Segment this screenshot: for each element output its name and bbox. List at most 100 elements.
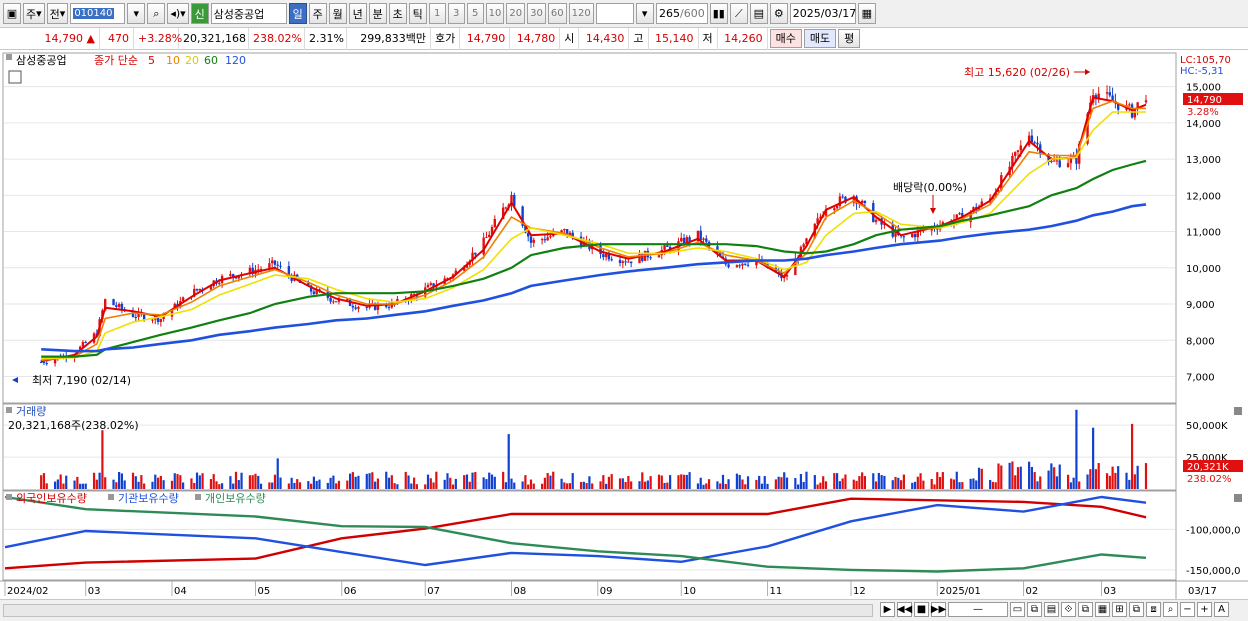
candle-body: [911, 233, 914, 237]
duplicate-icon[interactable]: ⧉: [1078, 602, 1093, 617]
interval-3[interactable]: 3: [447, 3, 465, 24]
chart-area[interactable]: 7,000 8,000 9,000 10,000 11,000 12,000 13,000 1…: [0, 50, 1248, 599]
holding-panel-close-icon[interactable]: [1234, 494, 1242, 502]
data-count-field[interactable]: 265/600: [655, 3, 708, 24]
ma5-legend[interactable]: 5: [148, 54, 155, 67]
interval-120[interactable]: 120: [568, 3, 594, 24]
panel-menu-icon[interactable]: [6, 54, 12, 60]
date-input[interactable]: 2025/03/17: [789, 3, 856, 24]
volume-bar: [1144, 463, 1148, 489]
horizontal-scrollbar[interactable]: [3, 604, 873, 617]
tool-icon[interactable]: ⊞: [1112, 602, 1127, 617]
foreign-holding-legend[interactable]: 외국인보유수량: [16, 492, 87, 505]
interval-10[interactable]: 10: [485, 3, 505, 24]
sell-button[interactable]: 매도: [803, 29, 837, 48]
custom-interval-dropdown-icon[interactable]: ▾: [635, 3, 654, 24]
bottom-bar: ▶ ◀◀ ■ ▶▶ — ▭ ⧉ ▤ ⟐ ⧉ ▦ ⊞ ⧉ ⧈ ⌕ − + A: [0, 599, 1248, 621]
average-button[interactable]: 평: [838, 29, 861, 48]
candle-body: [666, 245, 669, 247]
x-tick-label: 08: [513, 586, 526, 597]
interval-20[interactable]: 20: [506, 3, 526, 24]
institution-holding-legend[interactable]: 기관보유수량: [118, 492, 179, 505]
volume-bar: [410, 483, 413, 489]
volume-bar: [607, 476, 610, 489]
volume-bar: [1028, 461, 1031, 489]
interval-60[interactable]: 60: [547, 3, 567, 24]
zoom-in-icon[interactable]: +: [1197, 602, 1212, 617]
candle-body: [863, 200, 867, 204]
volume-bar: [833, 473, 836, 489]
volume-bar: [955, 471, 958, 489]
holding-panel-menu-icon[interactable]: [6, 494, 12, 500]
ma60-legend[interactable]: 60: [204, 54, 218, 67]
ma10-legend[interactable]: 10: [166, 54, 180, 67]
ma20-legend[interactable]: 20: [185, 54, 199, 67]
settings-gear-icon[interactable]: ⚙: [769, 3, 788, 24]
volume-bar: [777, 476, 780, 489]
speaker-icon[interactable]: ◂)▾: [167, 3, 189, 24]
period-month[interactable]: 월: [328, 3, 347, 24]
data-window-icon[interactable]: [8, 70, 22, 84]
fast-forward-icon[interactable]: ▶▶: [931, 602, 946, 617]
volume-bar: [1058, 464, 1061, 489]
zoom-out-icon[interactable]: −: [1180, 602, 1195, 617]
rewind-icon[interactable]: ◀◀: [897, 602, 912, 617]
volume-panel-menu-icon[interactable]: [6, 407, 12, 413]
code-dropdown-icon[interactable]: ▾: [127, 3, 146, 24]
period-second[interactable]: 초: [388, 3, 407, 24]
volume-bar: [131, 472, 135, 489]
interval-1[interactable]: 1: [428, 3, 446, 24]
buy-button[interactable]: 매수: [769, 29, 802, 48]
current-volume-pct: 238.02%: [1187, 474, 1232, 485]
search-icon[interactable]: ⌕: [147, 3, 166, 24]
stop-icon[interactable]: ■: [914, 602, 929, 617]
prev-button[interactable]: 전 ▾: [46, 3, 69, 24]
period-year[interactable]: 년: [348, 3, 367, 24]
save-icon[interactable]: ▤: [749, 3, 768, 24]
volume-panel-title[interactable]: 거래량: [16, 405, 46, 418]
link-icon[interactable]: ⧈: [1146, 602, 1161, 617]
layout-icon[interactable]: ▦: [1095, 602, 1110, 617]
volume-bar: [76, 476, 79, 489]
volume-bar: [354, 476, 357, 489]
volume-bar: [794, 478, 797, 489]
zoom-search-icon[interactable]: ⌕: [1163, 602, 1178, 617]
volume-bar: [599, 481, 602, 489]
zoom-slider[interactable]: —: [948, 602, 1008, 617]
line-tool-icon[interactable]: ⟋: [729, 3, 748, 24]
volume-bar: [933, 484, 936, 489]
window-list-icon[interactable]: ▤: [1044, 602, 1059, 617]
window-menu-icon[interactable]: ▣: [3, 3, 21, 24]
volume-bar: [81, 483, 85, 489]
candle-body: [741, 263, 744, 266]
period-tick[interactable]: 틱: [408, 3, 427, 24]
volume-bar: [446, 473, 449, 489]
calendar-icon[interactable]: ▦: [857, 3, 876, 24]
interval-30[interactable]: 30: [527, 3, 546, 24]
candle-body: [543, 239, 547, 241]
individual-holding-legend[interactable]: 개인보유수량: [205, 492, 266, 505]
font-size-icon[interactable]: A: [1214, 602, 1229, 617]
current-pct-label: 3.28%: [1187, 107, 1219, 118]
overlay-icon[interactable]: ⧉: [1129, 602, 1144, 617]
volume-bar: [1078, 481, 1081, 489]
volume-bar: [657, 474, 661, 489]
stock-code-input[interactable]: 010140: [70, 3, 126, 24]
pin-icon[interactable]: ⟐: [1061, 602, 1076, 617]
custom-interval-input[interactable]: [595, 3, 634, 24]
interval-5[interactable]: 5: [466, 3, 484, 24]
period-day[interactable]: 일: [288, 3, 307, 24]
volume-panel-close-icon[interactable]: [1234, 407, 1242, 415]
chart-type-icon[interactable]: ▮▮: [709, 3, 728, 24]
period-unit-select[interactable]: 주 ▾: [23, 3, 45, 24]
ma120-legend[interactable]: 120: [225, 54, 246, 67]
split-view-icon[interactable]: ▭: [1010, 602, 1025, 617]
volume-bar: [552, 471, 555, 489]
period-minute[interactable]: 분: [368, 3, 387, 24]
price-panel-name[interactable]: 삼성중공업: [16, 54, 67, 67]
open-label: 시: [560, 27, 580, 50]
period-week[interactable]: 주: [308, 3, 327, 24]
current-price: 14,790 ▲: [0, 27, 100, 50]
copy-view-icon[interactable]: ⧉: [1027, 602, 1042, 617]
play-icon[interactable]: ▶: [880, 602, 895, 617]
